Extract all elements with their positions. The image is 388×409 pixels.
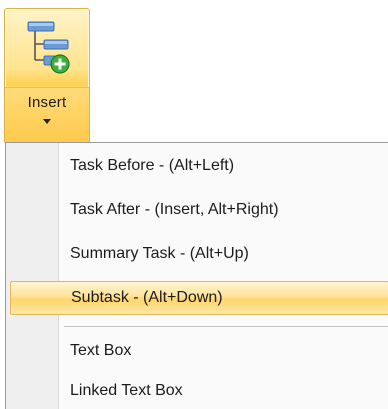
chevron-down-icon	[43, 119, 51, 124]
menu-item-linked-text-box[interactable]: Linked Text Box	[10, 374, 388, 408]
insert-dropdown-toggle[interactable]: Insert	[5, 87, 89, 145]
menu-item-task-after[interactable]: Task After - (Insert, Alt+Right)	[10, 193, 388, 227]
menu-item-summary-task[interactable]: Summary Task - (Alt+Up)	[10, 237, 388, 271]
menu-item-text-box[interactable]: Text Box	[10, 334, 388, 368]
menu-item-subtask[interactable]: Subtask - (Alt+Down)	[10, 281, 388, 315]
insert-button-main[interactable]	[5, 9, 89, 87]
menu-item-task-before[interactable]: Task Before - (Alt+Left)	[10, 149, 388, 183]
insert-dropdown-menu: Task Before - (Alt+Left) Task After - (I…	[5, 142, 388, 409]
insert-split-button[interactable]: Insert	[4, 8, 90, 145]
insert-button-label: Insert	[27, 94, 67, 111]
insert-task-hierarchy-icon	[22, 16, 72, 81]
menu-separator	[64, 326, 388, 327]
